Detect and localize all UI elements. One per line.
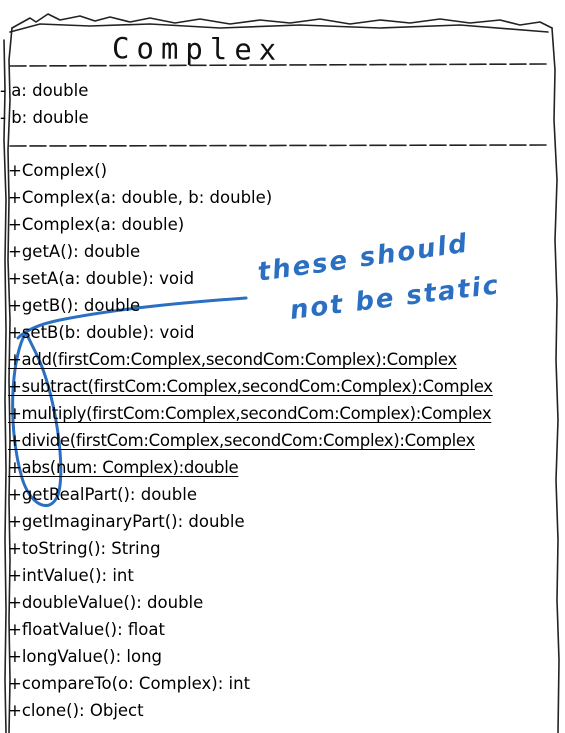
operation-row: +getRealPart(): double — [8, 485, 197, 504]
operation-row: +Complex() — [8, 161, 108, 180]
operation-row: +floatValue(): float — [8, 620, 165, 639]
attribute-row: - a: double — [0, 81, 89, 100]
operation-row: +abs(num: Complex):double — [8, 458, 239, 477]
class-name: Complex — [111, 31, 284, 67]
attributes-compartment: - a: double - b: double — [0, 77, 555, 131]
operation-row: +Complex(a: double) — [8, 215, 185, 234]
operation-row: +getImaginaryPart(): double — [8, 512, 245, 531]
operation-row: +doubleValue(): double — [8, 593, 204, 612]
operation-row: +longValue(): long — [8, 647, 163, 666]
box-top-border-2 — [9, 23, 549, 33]
operation-row: +divide(firstCom:Complex,secondCom:Compl… — [8, 431, 475, 450]
operations-compartment: +Complex() +Complex(a: double, b: double… — [8, 157, 563, 724]
operation-row: +setB(b: double): void — [8, 323, 195, 342]
attribute-separator — [9, 144, 549, 147]
operation-row: +clone(): Object — [8, 701, 144, 720]
operation-row: +intValue(): int — [8, 566, 134, 585]
operation-row: +subtract(firstCom:Complex,secondCom:Com… — [8, 377, 493, 396]
box-left-border-2 — [3, 39, 7, 733]
attribute-row: - b: double — [0, 108, 89, 127]
operation-row: +compareTo(o: Complex): int — [8, 674, 251, 693]
operation-row: +add(firstCom:Complex,secondCom:Complex)… — [8, 350, 457, 369]
operation-row: +Complex(a: double, b: double) — [8, 188, 273, 207]
operation-row: +toString(): String — [8, 539, 161, 558]
operation-row: +multiply(firstCom:Complex,secondCom:Com… — [8, 404, 492, 423]
